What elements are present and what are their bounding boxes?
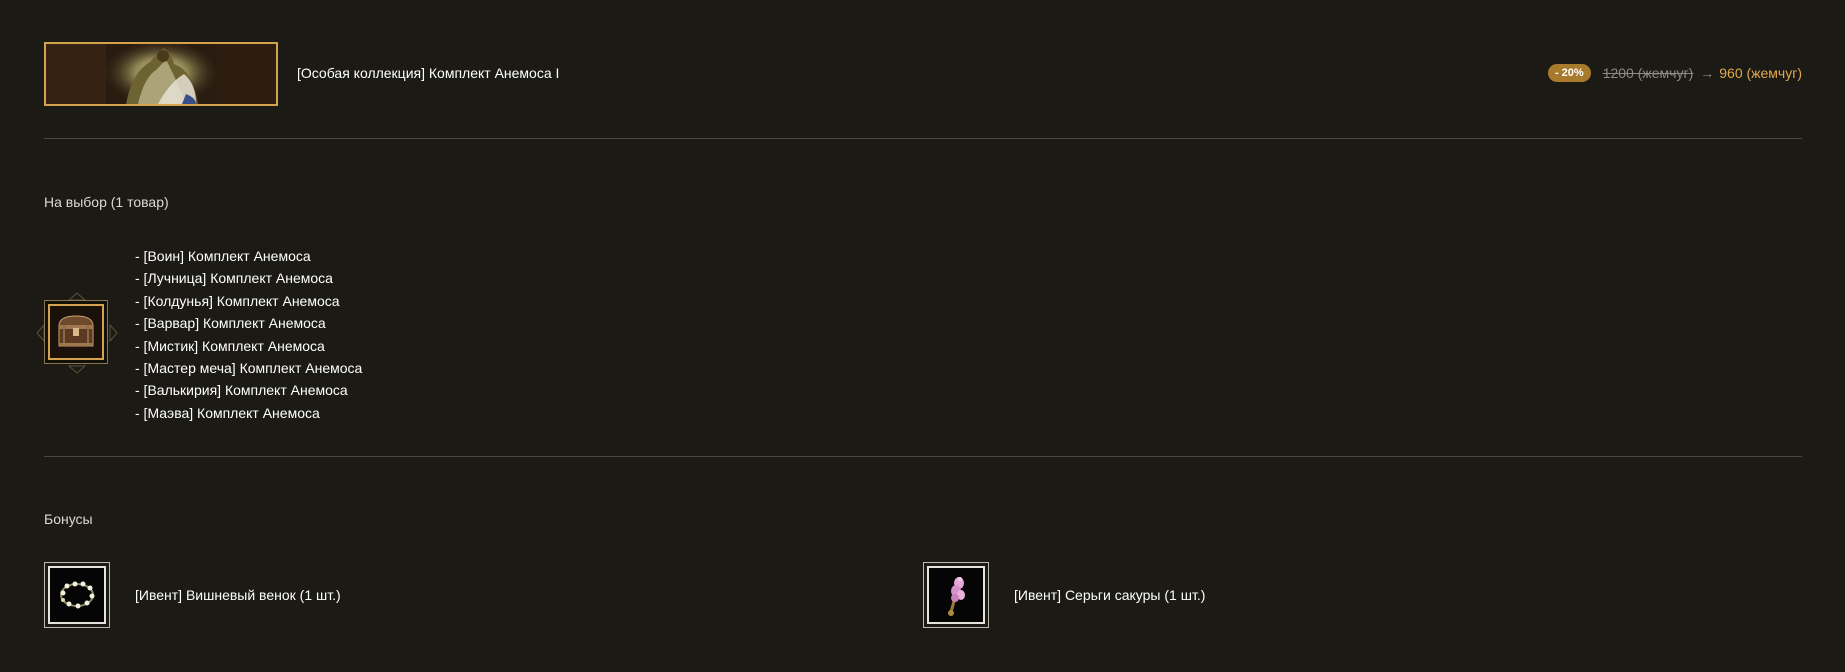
product-detail-page: [Особая коллекция] Комплект Анемоса I - … — [0, 0, 1845, 672]
flower-wreath-icon — [60, 581, 95, 609]
bonus-icon-inner — [48, 566, 106, 624]
bonus-icon-frame — [923, 562, 989, 628]
choice-item-icon[interactable] — [36, 292, 118, 374]
treasure-chest-icon — [50, 306, 102, 358]
choice-section-heading: На выбор (1 товар) — [44, 194, 169, 210]
bonus-item-label: [Ивент] Серьги сакуры (1 шт.) — [1014, 587, 1206, 603]
sakura-earring-icon — [948, 577, 965, 616]
bonus-item-label: [Ивент] Вишневый венок (1 шт.) — [135, 587, 341, 603]
list-item: - [Валькирия] Комплект Анемоса — [135, 382, 348, 399]
list-item: - [Воин] Комплект Анемоса — [135, 248, 311, 264]
choice-icon-inner — [48, 304, 104, 360]
bonus-item-wreath[interactable]: [Ивент] Вишневый венок (1 шт.) — [44, 562, 341, 628]
section-divider — [44, 138, 1802, 139]
bonus-icon-inner — [927, 566, 985, 624]
bonus-icon-frame — [44, 562, 110, 628]
product-title: [Особая коллекция] Комплект Анемоса I — [297, 65, 560, 81]
list-item: - [Лучница] Комплект Анемоса — [135, 270, 333, 287]
choice-icon-frame — [44, 300, 108, 364]
product-row: [Особая коллекция] Комплект Анемоса I - … — [44, 42, 1802, 106]
list-item: - [Мистик] Комплект Анемоса — [135, 337, 325, 354]
new-price: 960 (жемчуг) — [1719, 65, 1802, 81]
list-item: - [Колдунья] Комплект Анемоса — [135, 292, 340, 309]
choice-options-list: - [Воин] Комплект Анемоса - [Лучница] Ко… — [135, 245, 362, 424]
price-block: - 20% 1200 (жемчуг) → 960 (жемчуг) — [1547, 64, 1802, 82]
discount-badge: - 20% — [1547, 64, 1591, 82]
list-item: - [Маэва] Комплект Анемоса — [135, 404, 320, 421]
product-banner-image[interactable] — [44, 42, 278, 106]
anemos-costume-banner-icon — [46, 44, 276, 104]
old-price: 1200 (жемчуг) — [1602, 65, 1694, 81]
price-arrow-icon: → — [1700, 65, 1715, 81]
list-item: - [Мастер меча] Комплект Анемоса — [135, 359, 363, 376]
bonus-item-earrings[interactable]: [Ивент] Серьги сакуры (1 шт.) — [923, 562, 1205, 628]
section-divider — [44, 456, 1802, 457]
bonuses-section-heading: Бонусы — [44, 511, 93, 527]
list-item: - [Варвар] Комплект Анемоса — [135, 315, 326, 332]
